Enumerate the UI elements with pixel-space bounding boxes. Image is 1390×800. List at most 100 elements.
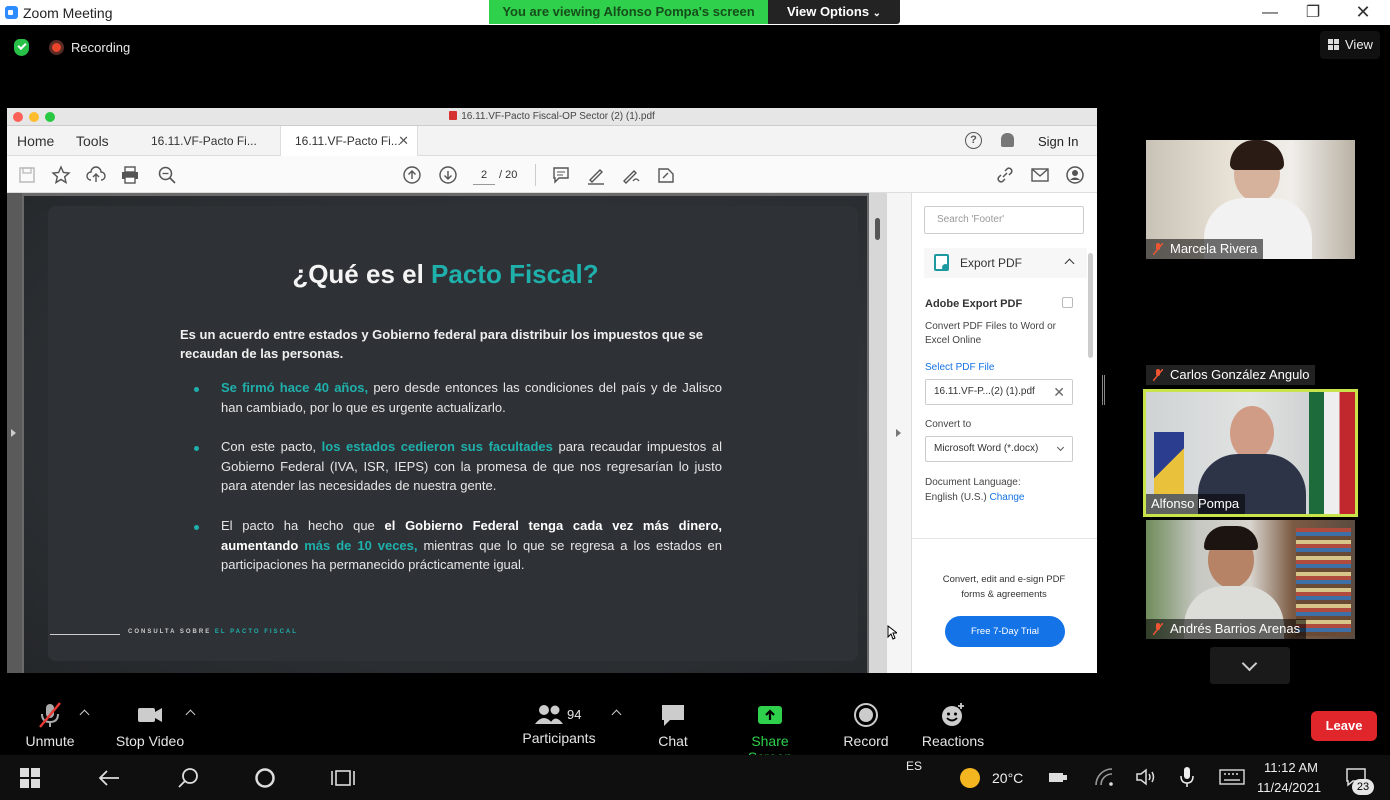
volume-icon[interactable] (1135, 767, 1157, 787)
fill-sign-icon[interactable] (656, 165, 676, 185)
bell-icon[interactable] (1001, 133, 1014, 147)
windows-start-icon[interactable] (20, 768, 40, 788)
zoom-meeting-window: Zoom Meeting You are viewing Alfonso Pom… (0, 0, 1390, 800)
scroll-participants-down-button[interactable] (1210, 647, 1290, 684)
clock-date[interactable]: 11/24/2021 (1257, 780, 1321, 795)
zoom-search-icon[interactable] (157, 165, 177, 185)
share-link-icon[interactable] (995, 165, 1015, 185)
security-shield-icon[interactable] (14, 39, 29, 56)
cortana-icon[interactable] (254, 767, 276, 789)
back-arrow-icon[interactable] (97, 768, 121, 788)
chat-button[interactable]: Chat (652, 700, 694, 749)
acrobat-tabs-bar: Home Tools 16.11.VF-Pacto Fi... 16.11.VF… (7, 126, 1097, 156)
page-number-input[interactable]: 2 (473, 165, 495, 185)
panel-splitter[interactable] (1102, 375, 1105, 405)
slide-page: ¿Qué es el Pacto Fiscal? Es un acuerdo e… (24, 196, 867, 673)
weather-sun-icon[interactable] (960, 768, 980, 788)
save-icon[interactable] (17, 165, 37, 185)
unmute-button[interactable]: Unmute (18, 700, 82, 749)
free-trial-button[interactable]: Free 7-Day Trial (945, 616, 1065, 647)
email-icon[interactable] (1030, 165, 1050, 185)
participants-button[interactable]: 94 Participants (520, 700, 598, 746)
record-button[interactable]: Record (840, 700, 892, 749)
acrobat-toolbar: 2 / 20 (7, 156, 1097, 193)
participants-options-caret-icon[interactable] (611, 709, 622, 720)
print-icon[interactable] (120, 165, 140, 185)
page-down-icon[interactable] (438, 165, 458, 185)
adobe-export-title: Adobe Export PDF (925, 298, 1023, 310)
upload-cloud-icon[interactable] (86, 165, 106, 185)
task-view-icon[interactable] (331, 767, 355, 789)
footer-highlight: EL PACTO FISCAL (214, 629, 298, 635)
page-up-icon[interactable] (402, 165, 422, 185)
select-pdf-file-link[interactable]: Select PDF File (925, 362, 994, 373)
view-button[interactable]: View (1320, 31, 1380, 59)
close-button[interactable]: ✕ (1340, 1, 1386, 24)
title-bar: Zoom Meeting You are viewing Alfonso Pom… (0, 0, 1390, 25)
notification-count-badge[interactable]: 23 (1352, 779, 1374, 795)
help-icon[interactable]: ? (965, 132, 982, 149)
document-scrollbar[interactable] (869, 193, 887, 673)
keyboard-icon[interactable] (1219, 769, 1245, 785)
star-icon[interactable] (51, 165, 71, 185)
sign-in-link[interactable]: Sign In (1038, 134, 1078, 149)
restore-button[interactable]: ❐ (1290, 1, 1336, 24)
stop-video-button[interactable]: Stop Video (112, 700, 188, 749)
participant-name-tag: Carlos González Angulo (1146, 365, 1316, 385)
leave-button[interactable]: Leave (1311, 711, 1377, 741)
view-options-button[interactable]: View Options ⌄ (768, 0, 900, 24)
window-title: Zoom Meeting (23, 5, 113, 21)
video-camera-icon (138, 708, 162, 722)
participant-tile-4[interactable]: Andrés Barrios Arenas (1146, 520, 1355, 639)
copy-icon[interactable] (1062, 297, 1073, 308)
format-dropdown[interactable]: Microsoft Word (*.docx) (925, 436, 1073, 462)
minimize-button[interactable]: — (1247, 1, 1293, 24)
comment-icon[interactable] (551, 165, 571, 185)
search-icon[interactable] (177, 767, 199, 789)
reactions-label: Reactions (921, 733, 985, 749)
tools-tab[interactable]: Tools (76, 133, 109, 149)
search-input[interactable]: Search 'Footer' (924, 206, 1084, 234)
close-tab-icon[interactable]: ✕ (398, 126, 409, 156)
home-tab[interactable]: Home (17, 133, 54, 149)
slide-footer: CONSULTA SOBRE EL PACTO FISCAL (128, 629, 298, 635)
remove-file-icon[interactable]: ✕ (1053, 380, 1065, 404)
participant-name-tag: Alfonso Pompa (1146, 494, 1246, 514)
right-panel-toggle[interactable] (887, 193, 912, 673)
export-pdf-header[interactable]: Export PDF (924, 248, 1087, 278)
document-tab-2[interactable]: 16.11.VF-Pacto Fi... ✕ (280, 126, 418, 156)
sign-icon[interactable] (621, 165, 641, 185)
document-tab-1[interactable]: 16.11.VF-Pacto Fi... (137, 126, 267, 156)
chat-icon (662, 705, 684, 726)
muted-mic-icon (39, 702, 61, 728)
participant-tile-3-active-speaker[interactable]: Alfonso Pompa (1143, 389, 1358, 517)
account-icon[interactable] (1065, 165, 1085, 185)
participant-video (1230, 140, 1284, 170)
page-total: / 20 (499, 169, 518, 181)
participant-tile-2[interactable]: Carlos González Angulo (1146, 266, 1355, 385)
recording-icon (49, 40, 64, 55)
scrollbar-thumb[interactable] (875, 218, 880, 240)
change-language-link[interactable]: Change (989, 492, 1024, 503)
viewing-banner: You are viewing Alfonso Pompa's screen (489, 0, 768, 24)
participant-tile-1[interactable]: Marcela Rivera (1146, 140, 1355, 259)
microphone-icon[interactable] (1180, 766, 1194, 788)
record-icon (854, 703, 878, 727)
document-pane[interactable]: ¿Qué es el Pacto Fiscal? Es un acuerdo e… (7, 193, 887, 673)
clock-time[interactable]: 11:12 AM (1264, 760, 1318, 775)
people-icon[interactable] (1048, 769, 1068, 785)
panel-scrollbar[interactable] (1088, 253, 1093, 358)
weather-temp[interactable]: 20°C (992, 770, 1023, 786)
chat-label: Chat (658, 733, 688, 749)
highlight-pen-icon[interactable] (586, 165, 606, 185)
reactions-button[interactable]: Reactions (920, 700, 986, 749)
left-panel-toggle[interactable] (7, 193, 22, 673)
unmute-label: Unmute (25, 733, 75, 749)
language-indicator[interactable]: ES (906, 759, 922, 773)
document-tab-label: 16.11.VF-Pacto Fi... (295, 134, 401, 148)
selected-file-field: 16.11.VF-P...(2) (1).pdf ✕ (925, 379, 1073, 405)
participant-name-tag: Andrés Barrios Arenas (1146, 619, 1307, 639)
file-title: 16.11.VF-Pacto Fiscal-OP Sector (2) (1).… (7, 111, 1097, 122)
export-pdf-panel: Search 'Footer' Export PDF Adobe Export … (912, 193, 1097, 673)
wifi-icon[interactable] (1094, 767, 1114, 787)
